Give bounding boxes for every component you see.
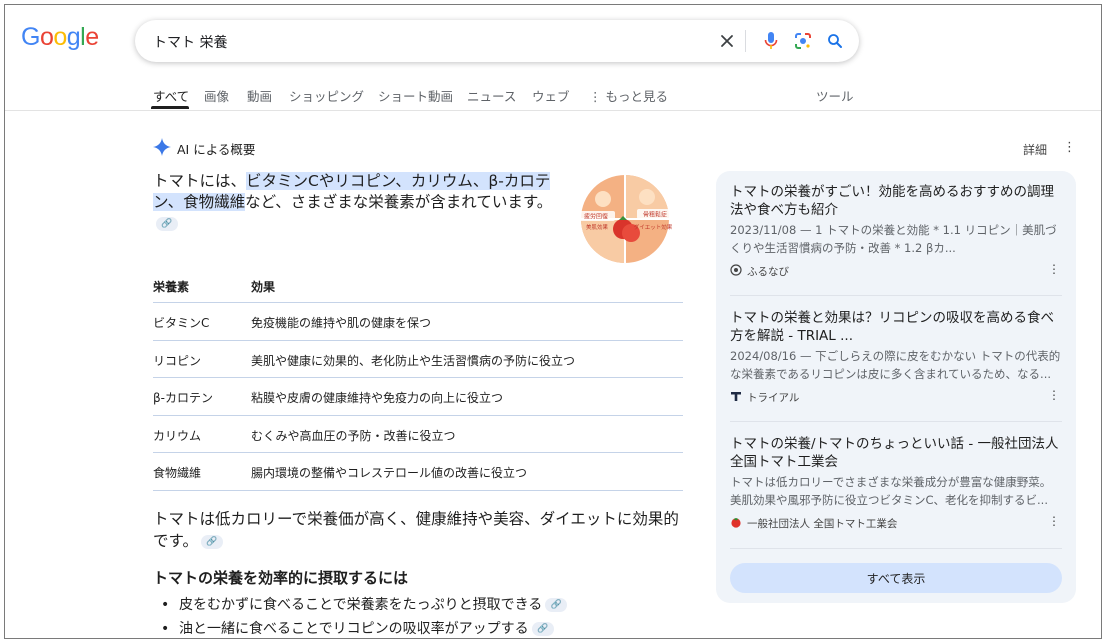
list-item: 皮をむかずに食べることで栄養素をたっぷりと摂取できる🔗: [161, 594, 568, 618]
intro-text-end: など、さまざまな栄養素が含まれています。: [245, 193, 553, 211]
card-divider: [730, 548, 1062, 549]
intro-text: トマトには、: [153, 172, 247, 190]
summary-text: トマトは低カロリーで栄養価が高く、健康維持や美容、ダイエットに効果的です。: [153, 510, 679, 550]
link-icon[interactable]: 🔗: [200, 534, 223, 549]
site-favicon-icon: [730, 263, 742, 279]
table-cell: β-カロテン: [153, 391, 213, 405]
table-cell: むくみや高血圧の予防・改善に役立つ: [251, 428, 456, 443]
tab-news[interactable]: ニュース: [467, 86, 516, 105]
search-box[interactable]: トマト 栄養: [135, 20, 859, 62]
table-row: リコピン 美肌や健康に効果的、老化防止や生活習慣病の予防に役立つ: [153, 341, 683, 378]
search-tabs: すべて 画像 動画 ショッピング ショート動画 ニュース ウェブ ⋮ もっと見る…: [5, 81, 1101, 111]
header-divider: [5, 110, 1101, 111]
list-item: 油と一緒に食べることでリコピンの吸収率がアップする🔗: [161, 618, 567, 638]
source-site: 一般社団法人 全国トマト工業会 ⋮: [730, 514, 1062, 532]
link-icon[interactable]: 🔗: [531, 622, 554, 636]
logo-letter: e: [85, 23, 99, 51]
table-cell: リコピン: [153, 353, 202, 368]
tab-more[interactable]: ⋮ もっと見る: [589, 86, 668, 105]
active-tab-indicator: [151, 106, 189, 109]
source-snippet: 2024/08/16 — 下ごしらえの際に皮をむかない トマトの代表的な栄養素で…: [730, 349, 1061, 381]
clear-icon[interactable]: [715, 29, 739, 53]
image-label: 美肌効果: [586, 223, 609, 231]
tomato-illustration[interactable]: 疲労回復 骨粗鬆症 美肌効果 ダイエット効果: [573, 171, 677, 267]
image-label: ダイエット効果: [634, 223, 673, 231]
tips-list: 皮をむかずに食べることで栄養素をたっぷりと摂取できる🔗 油と一緒に食べることでリ…: [161, 594, 568, 638]
source-card[interactable]: トマトの栄養/トマトのちょっといい話 - 一般社団法人全国トマト工業会 トマトは…: [730, 435, 1062, 532]
link-icon[interactable]: 🔗: [545, 598, 568, 612]
image-label: 疲労回復: [584, 213, 608, 221]
table-cell: ビタミンC: [153, 316, 210, 330]
search-input[interactable]: トマト 栄養: [153, 32, 227, 52]
table-row: カリウム むくみや高血圧の予防・改善に役立つ: [153, 416, 683, 453]
table-header-row: 栄養素 効果: [153, 267, 683, 303]
table-cell: 食物繊維: [153, 466, 202, 480]
tomato-favicon-icon: [730, 516, 742, 531]
source-card[interactable]: トマトの栄養と効果は？リコピンの吸収を高める食べ方を解説 - TRIAL ...…: [730, 309, 1062, 406]
logo-letter: o: [39, 23, 54, 51]
table-header: 効果: [251, 280, 276, 294]
tab-videos[interactable]: 動画: [247, 86, 272, 105]
more-options-icon[interactable]: ⋮: [1048, 514, 1060, 528]
more-options-icon[interactable]: ⋮: [1048, 388, 1060, 402]
site-name: ふるなび: [747, 265, 789, 278]
tab-images[interactable]: 画像: [204, 86, 229, 105]
table-cell: 腸内環境の整備やコレステロール値の改善に役立つ: [251, 466, 528, 480]
tab-all[interactable]: すべて: [153, 86, 189, 105]
source-snippet: トマトは低カロリーでさまざまな栄養成分が豊富な健康野菜。美肌効果や風邪予防に役立…: [730, 475, 1052, 507]
tab-shopping[interactable]: ショッピング: [289, 86, 364, 105]
source-title[interactable]: トマトの栄養と効果は？リコピンの吸収を高める食べ方を解説 - TRIAL ...: [730, 309, 1062, 345]
ai-summary: トマトは低カロリーで栄養価が高く、健康維持や美容、ダイエットに効果的です。 🔗: [153, 508, 683, 552]
table-cell: 粘膜や皮膚の健康維持や免疫力の向上に役立つ: [251, 391, 504, 405]
table-row: β-カロテン 粘膜や皮膚の健康維持や免疫力の向上に役立つ: [153, 378, 683, 416]
site-favicon-icon: [730, 390, 742, 405]
table-cell: 免疫機能の維持や肌の健康を保つ: [251, 316, 432, 330]
gemini-sparkle-icon: [153, 138, 171, 159]
table-cell: 美肌や健康に効果的、老化防止や生活習慣病の予防に役立つ: [251, 353, 576, 368]
nutrient-table: 栄養素 効果 ビタミンC 免疫機能の維持や肌の健康を保つ リコピン 美肌や健康に…: [153, 267, 683, 491]
search-icon[interactable]: [823, 29, 847, 53]
table-row: 食物繊維 腸内環境の整備やコレステロール値の改善に役立つ: [153, 453, 683, 491]
source-title[interactable]: トマトの栄養がすごい！効能を高めるおすすめの調理法や食べ方も紹介: [730, 183, 1062, 219]
logo-letter: g: [66, 23, 81, 51]
google-logo[interactable]: Google: [21, 23, 99, 52]
camera-lens-icon[interactable]: [791, 29, 815, 53]
list-item-text: 油と一緒に食べることでリコピンの吸収率がアップする: [179, 621, 529, 637]
ai-overview-title: AI による概要: [177, 142, 256, 157]
more-options-icon[interactable]: ⋮: [1063, 140, 1076, 155]
image-label: 骨粗鬆症: [643, 211, 667, 219]
card-divider: [730, 295, 1062, 296]
table-cell: カリウム: [153, 428, 202, 443]
section-heading: トマトの栄養を効率的に摂取するには: [153, 569, 409, 587]
ai-intro: トマトには、ビタミンCやリコピン、カリウム、β-カロテン、食物繊維など、さまざま…: [153, 171, 553, 234]
detail-button[interactable]: 詳細: [1023, 141, 1047, 158]
logo-letter: G: [21, 23, 40, 51]
more-options-icon[interactable]: ⋮: [1048, 262, 1060, 276]
card-divider: [730, 421, 1062, 422]
show-all-button[interactable]: すべて表示: [730, 563, 1062, 593]
ai-overview-header: AI による概要: [153, 138, 255, 159]
source-site: トライアル ⋮: [730, 388, 1062, 406]
browser-frame: Google トマト 栄養 すべて 画像 動画 ショッピング ショート動画 ニュ…: [4, 4, 1102, 639]
list-item-text: 皮をむかずに食べることで栄養素をたっぷりと摂取できる: [179, 597, 543, 613]
table-row: ビタミンC 免疫機能の維持や肌の健康を保つ: [153, 303, 683, 341]
source-title[interactable]: トマトの栄養/トマトのちょっといい話 - 一般社団法人全国トマト工業会: [730, 435, 1062, 471]
source-site: ふるなび ⋮: [730, 262, 1062, 280]
sources-panel: トマトの栄養がすごい！効能を高めるおすすめの調理法や食べ方も紹介 2023/11…: [716, 171, 1076, 603]
site-name: 一般社団法人 全国トマト工業会: [747, 517, 898, 530]
link-icon[interactable]: 🔗: [156, 216, 178, 231]
site-name: トライアル: [747, 391, 800, 404]
search-divider: [745, 30, 746, 52]
logo-letter: o: [53, 23, 67, 51]
tab-short-videos[interactable]: ショート動画: [378, 86, 453, 105]
mic-icon[interactable]: [759, 29, 783, 53]
tools-button[interactable]: ツール: [816, 86, 854, 105]
source-card[interactable]: トマトの栄養がすごい！効能を高めるおすすめの調理法や食べ方も紹介 2023/11…: [730, 183, 1062, 280]
table-header: 栄養素: [153, 280, 190, 294]
source-snippet: 2023/11/08 — 1 トマトの栄養と効能 * 1.1 リコピン｜美肌づく…: [730, 223, 1057, 255]
tab-web[interactable]: ウェブ: [532, 86, 570, 105]
